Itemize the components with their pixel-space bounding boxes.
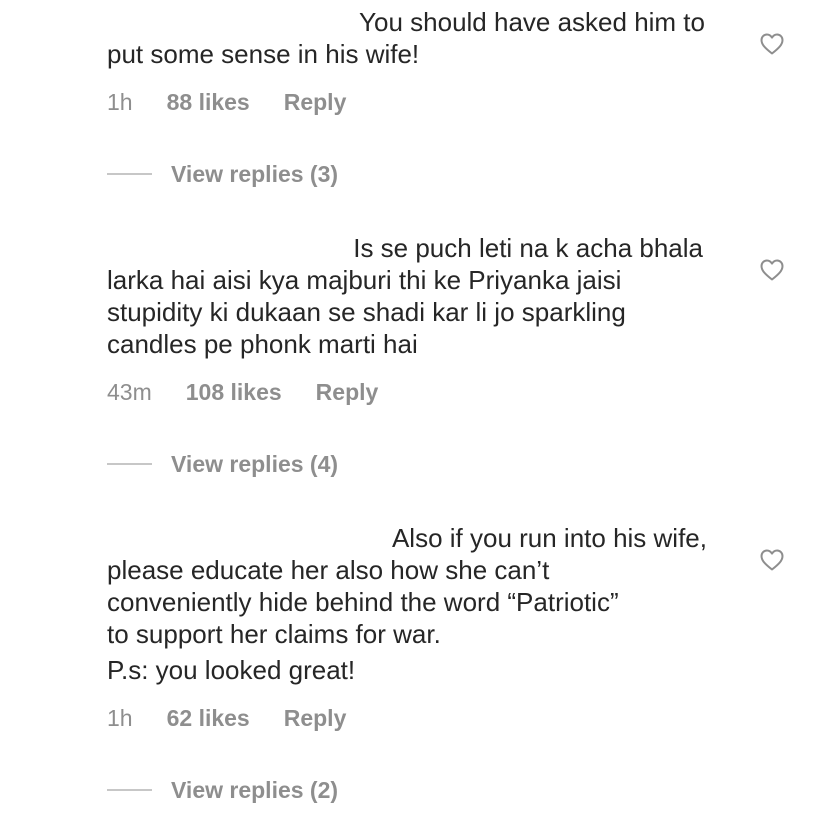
view-replies-button[interactable]: View replies (2) [107,775,338,805]
comment-text: please educate her also how she can’t co… [107,555,619,649]
comment-text: put some sense in his wife! [107,39,420,69]
comment-postscript: P.s: you looked great! [107,655,356,685]
replies-divider [107,789,152,791]
heart-icon[interactable] [760,259,784,281]
comment-timestamp: 43m [107,378,152,405]
comment-body: Also if you run into his wife, please ed… [107,522,727,686]
comment-text: larka hai aisi kya majburi thi ke Priyan… [107,265,626,359]
comment-body: You should have asked him to put some se… [107,6,727,70]
likes-count[interactable]: 88 likes [167,89,250,116]
comment-meta: 1h 62 likes Reply [107,703,346,733]
reply-button[interactable]: Reply [284,705,347,732]
comment-meta: 43m 108 likes Reply [107,377,378,407]
view-replies-label: View replies (2) [171,776,339,803]
comment-first-line: Also if you run into his wife, [391,523,707,553]
comment-body: Is se puch leti na k acha bhala larka ha… [107,232,727,360]
comment-first-line: Is se puch leti na k acha bhala [353,233,703,263]
comment-timestamp: 1h [107,704,133,731]
likes-count[interactable]: 62 likes [167,705,250,732]
view-replies-button[interactable]: View replies (3) [107,159,338,189]
replies-divider [107,173,152,175]
reply-button[interactable]: Reply [316,379,379,406]
likes-count[interactable]: 108 likes [186,379,282,406]
view-replies-label: View replies (3) [171,160,339,187]
view-replies-label: View replies (4) [171,450,339,477]
heart-icon[interactable] [760,549,784,571]
comment-timestamp: 1h [107,88,133,115]
comment-meta: 1h 88 likes Reply [107,87,346,117]
reply-button[interactable]: Reply [284,89,347,116]
comment-first-line: You should have asked him to [359,7,705,37]
replies-divider [107,463,152,465]
view-replies-button[interactable]: View replies (4) [107,449,338,479]
heart-icon[interactable] [760,33,784,55]
